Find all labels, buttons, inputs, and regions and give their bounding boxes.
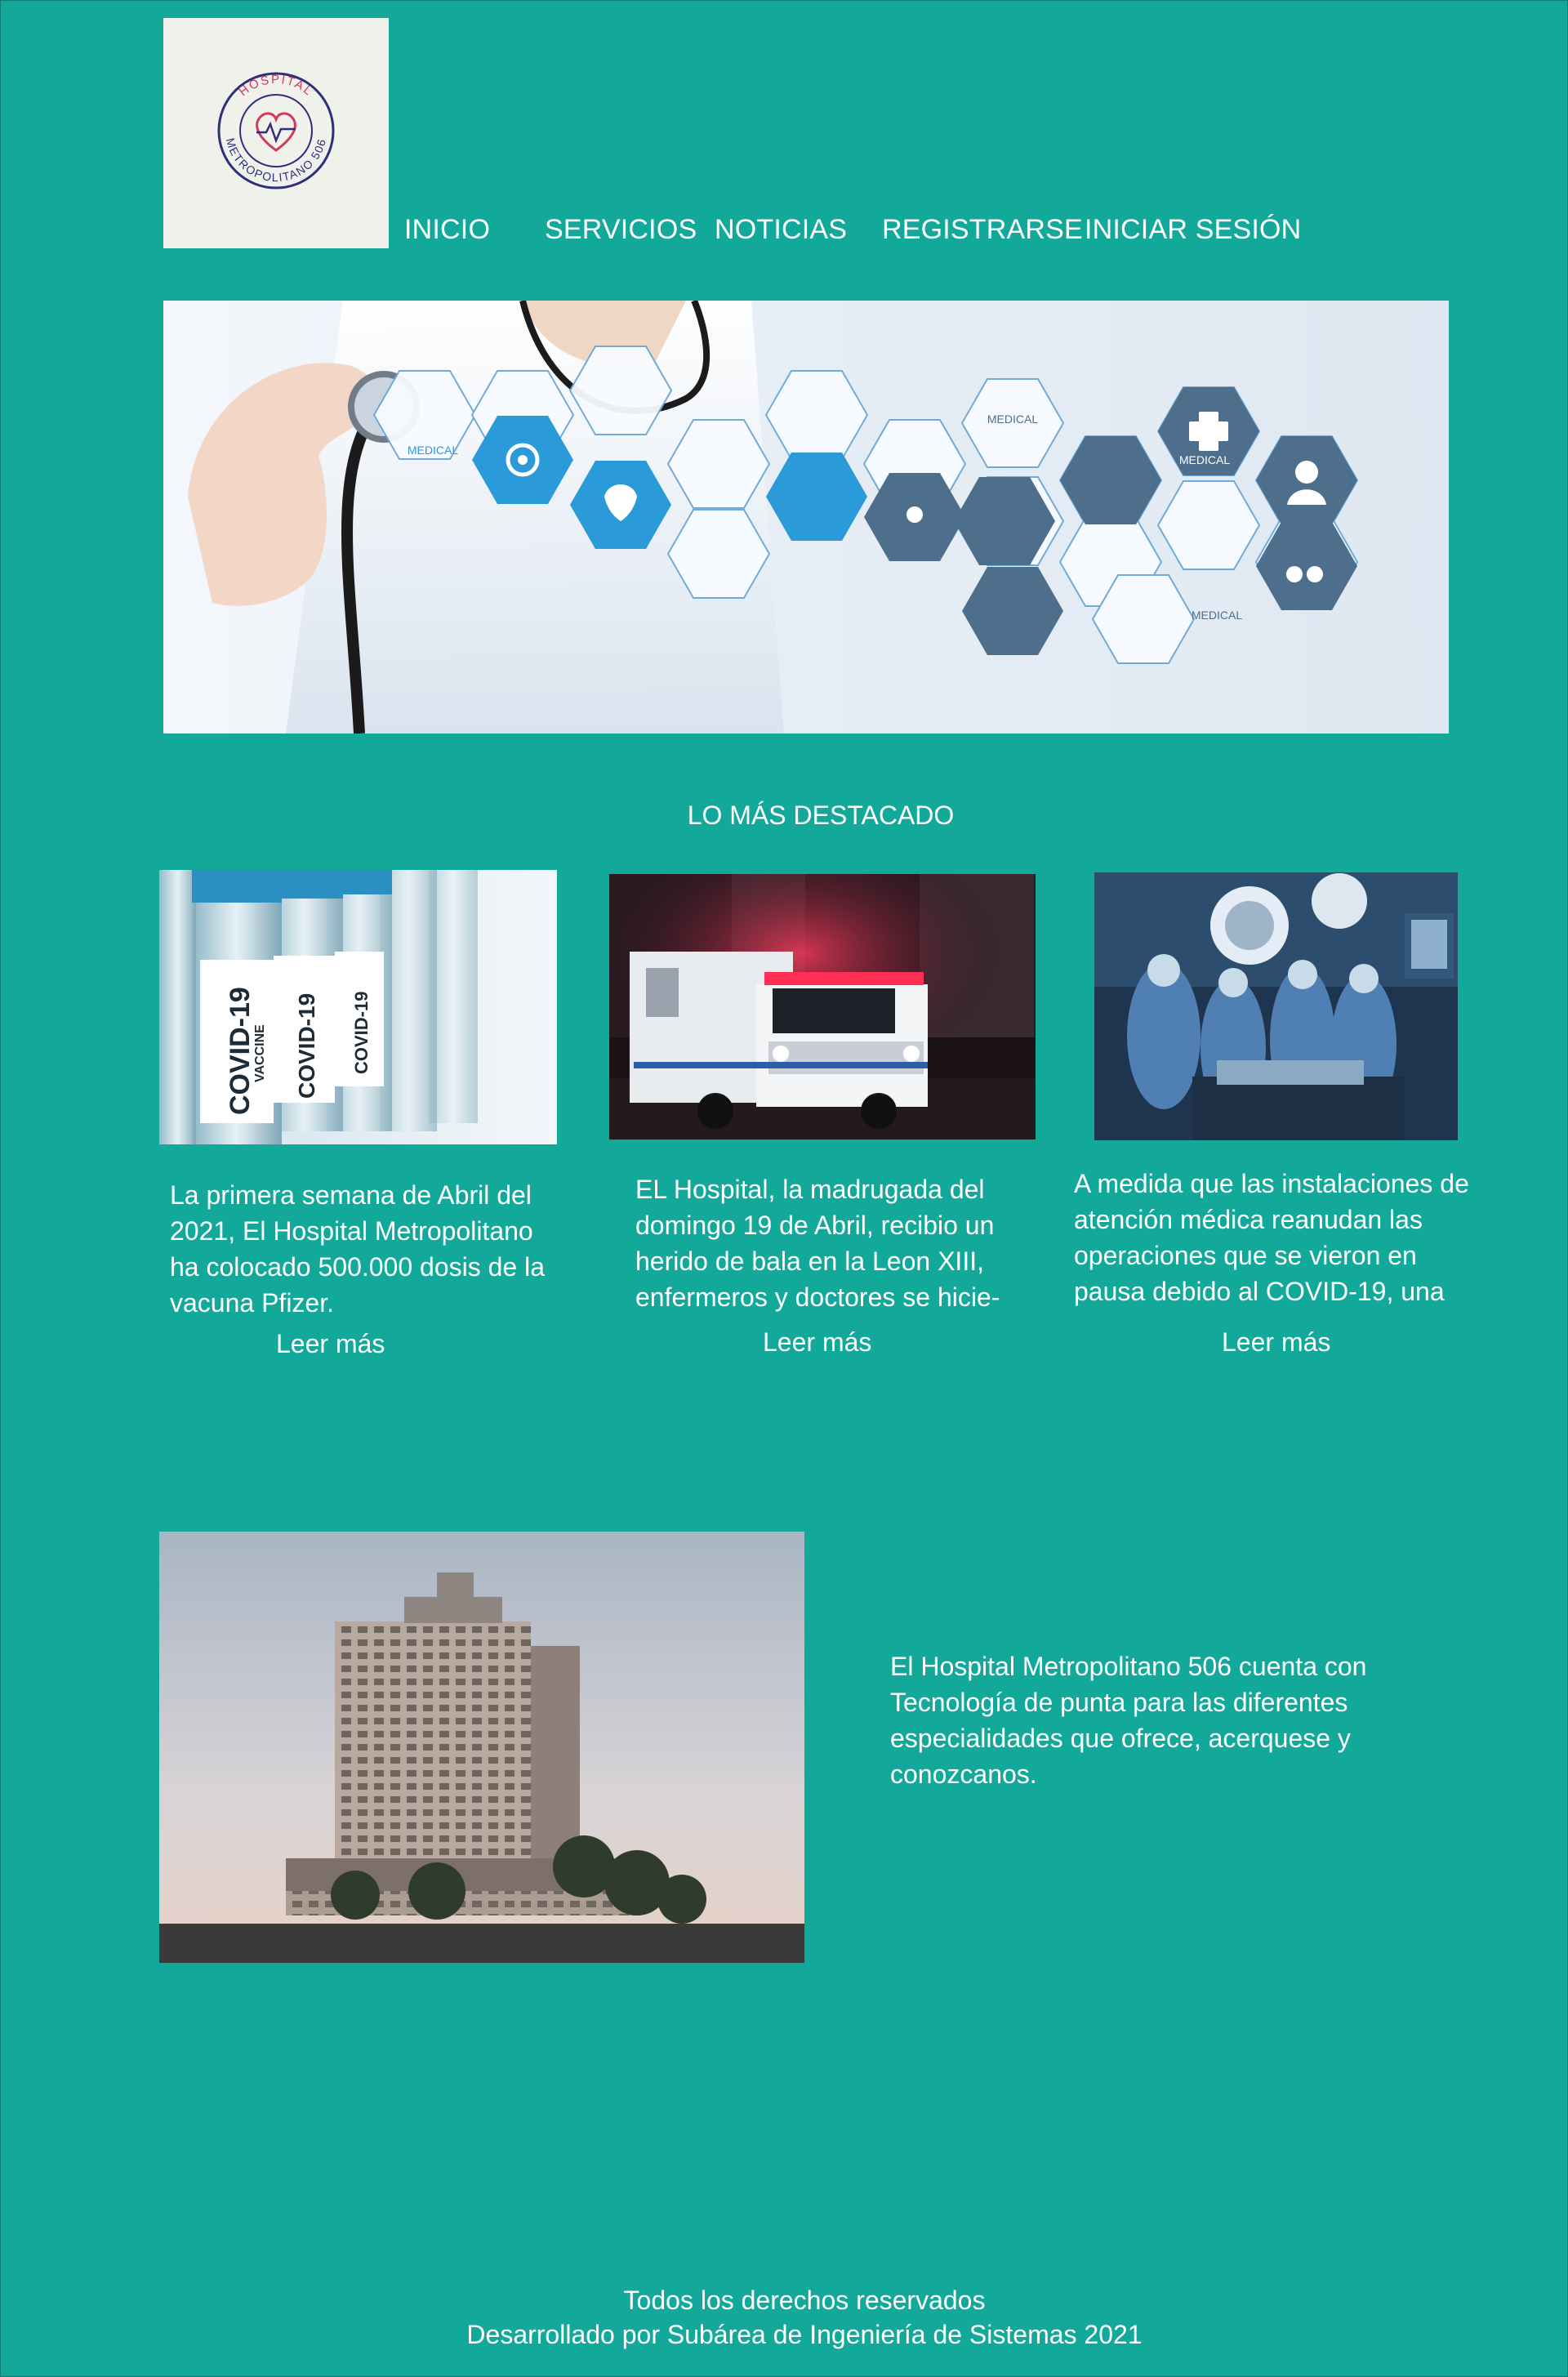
card-3-text: A medida que las instalaciones de atenci… <box>1074 1169 1469 1306</box>
hero-badge-label: MEDICAL <box>1192 609 1242 622</box>
surgery-image[interactable] <box>1094 872 1458 1140</box>
nav-servicios[interactable]: SERVICIOS <box>545 214 697 246</box>
vaccine-sublabel: VACCINE <box>253 1024 267 1082</box>
svg-text:COVID-19: COVID-19 <box>294 993 319 1099</box>
footer-developer: Desarrollado por Subárea de Ingeniería d… <box>466 2320 1143 2349</box>
about-text: El Hospital Metropolitano 506 cuenta con… <box>890 1652 1367 1789</box>
hero-medical-illustration: MEDICAL MEDICAL MEDICAL MEDICAL <box>163 301 1449 734</box>
svg-text:COVID-19: COVID-19 <box>351 992 372 1074</box>
covid-vaccine-image[interactable]: COVID-19 VACCINE COVID-19 COVID-19 <box>159 870 557 1144</box>
nav-iniciar-sesion[interactable]: INICIAR SESIÓN <box>1085 214 1301 246</box>
ambulance-image[interactable] <box>609 874 1036 1139</box>
card-2-text: EL Hospital, la madrugada del domingo 19… <box>635 1175 1000 1312</box>
footer-rights: Todos los derechos reservados <box>623 2286 986 2315</box>
hospital-logo[interactable]: HOSPITAL METROPOLITANO 506 <box>163 18 389 248</box>
hero-badge-label: MEDICAL <box>408 444 458 457</box>
card-3-read-more-link[interactable]: Leer más <box>1222 1327 1330 1358</box>
highlights-title: LO MÁS DESTACADO <box>687 801 955 830</box>
vaccine-label: COVID-19 <box>225 987 256 1115</box>
logo-bottom-text: METROPOLITANO 506 <box>224 136 327 184</box>
hero-badge-label: MEDICAL <box>1179 453 1230 466</box>
nav-noticias[interactable]: NOTICIAS <box>715 214 847 246</box>
card-1-text: La primera semana de Abril del 2021, El … <box>170 1180 546 1318</box>
card-1-read-more-link[interactable]: Leer más <box>276 1329 385 1359</box>
svg-text:METROPOLITANO 506: METROPOLITANO 506 <box>224 136 328 184</box>
card-2-read-more-link[interactable]: Leer más <box>763 1327 871 1358</box>
nav-registrarse[interactable]: REGISTRARSE <box>882 214 1083 246</box>
nav-inicio[interactable]: INICIO <box>404 214 490 246</box>
logo-emblem: HOSPITAL METROPOLITANO 506 <box>217 72 335 190</box>
hospital-building-image <box>159 1532 804 1963</box>
hero-badge-label: MEDICAL <box>987 413 1038 426</box>
hero-banner: MEDICAL MEDICAL MEDICAL MEDICAL <box>163 301 1449 734</box>
